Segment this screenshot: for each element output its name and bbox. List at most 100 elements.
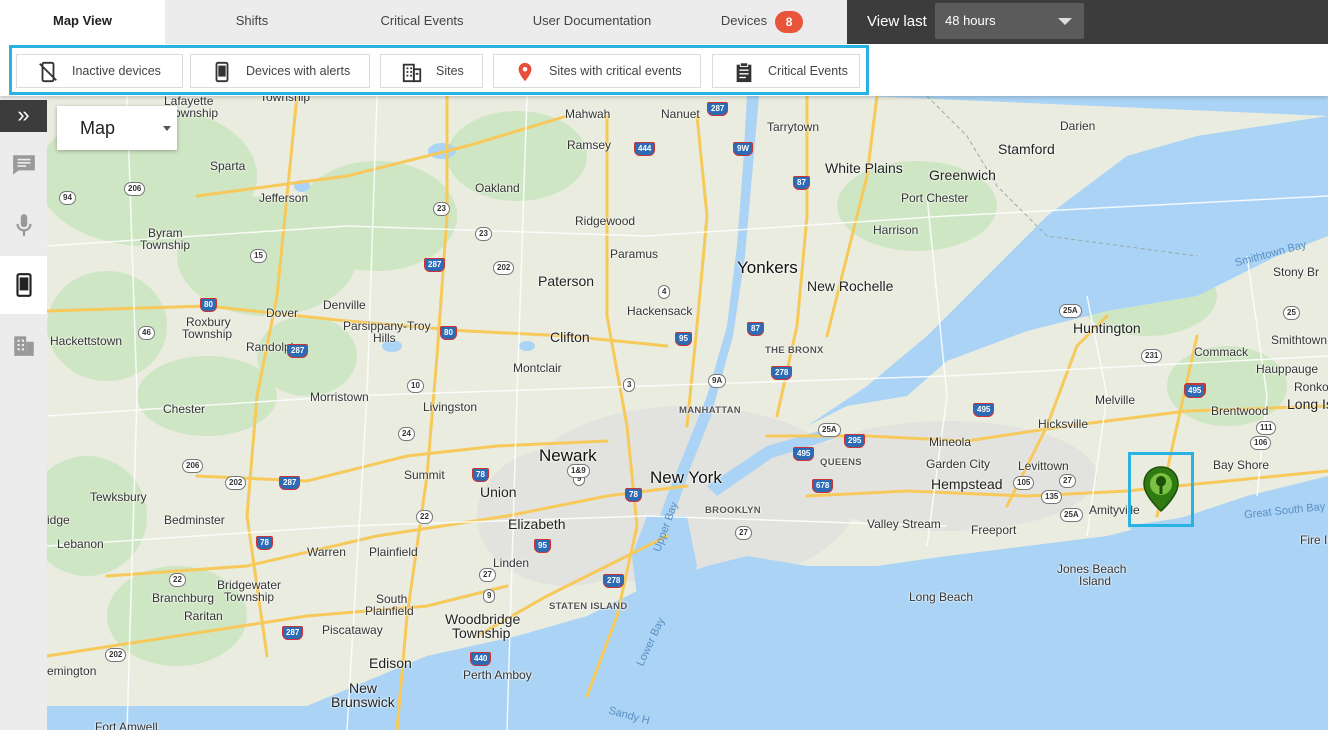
phone-off-icon	[39, 61, 57, 83]
map-label: Smithtown	[1271, 333, 1328, 347]
map-label: Lebanon	[57, 537, 104, 551]
route-shield: 94	[59, 191, 76, 205]
route-shield: 27	[1059, 474, 1076, 488]
tab-label: Devices	[720, 13, 768, 28]
map-label: Warren	[307, 545, 346, 559]
map-label: Clifton	[550, 329, 590, 345]
map-label: Long Beach	[909, 590, 974, 604]
filter-label: Critical Events	[768, 64, 848, 78]
sidebar-item-messages[interactable]	[0, 136, 47, 194]
tab-critical-events[interactable]: Critical Events	[337, 0, 507, 44]
route-shield: 80	[200, 298, 217, 312]
map-label: Hauppauge	[1256, 362, 1319, 376]
route-shield: 206	[124, 182, 146, 196]
sidebar-item-audio[interactable]	[0, 196, 47, 254]
route-shield: 95	[534, 539, 551, 553]
map-label: Fort Amwell	[95, 720, 158, 730]
filter-sites-button[interactable]: Sites	[380, 54, 483, 88]
map-label: Valley Stream	[867, 517, 941, 531]
route-shield: 495	[973, 403, 995, 417]
map-label: Tewksbury	[90, 490, 147, 504]
map-label: Melville	[1095, 393, 1136, 407]
tab-shifts[interactable]: Shifts	[167, 0, 337, 44]
route-shield: 25A	[818, 423, 841, 437]
route-shield: 22	[416, 510, 433, 524]
map-label: Long Is	[1287, 396, 1328, 412]
tab-user-documentation[interactable]: User Documentation	[507, 0, 677, 44]
route-shield: 87	[747, 322, 764, 336]
phone-icon	[16, 273, 32, 297]
map-label: Dover	[266, 306, 299, 320]
map-label: Piscataway	[322, 623, 383, 637]
map-label: Montclair	[513, 361, 562, 375]
route-shield: 135	[1041, 490, 1063, 504]
route-shield: 278	[771, 366, 793, 380]
route-shield: 9W	[733, 142, 753, 156]
expand-sidebar-button[interactable]: »	[0, 100, 47, 132]
top-navigation-bar: Map View Shifts Critical Events User Doc…	[0, 0, 1328, 44]
filter-devices-with-alerts-button[interactable]: Devices with alerts	[190, 54, 370, 88]
tab-devices[interactable]: Devices 8	[677, 0, 847, 44]
left-sidebar: »	[0, 96, 47, 730]
map-label: Jefferson	[259, 191, 309, 205]
map-label: Commack	[1194, 345, 1249, 359]
route-shield: 78	[472, 468, 489, 482]
map-label: Ronko	[1294, 380, 1328, 394]
route-shield: 25A	[1059, 304, 1082, 318]
map-label: Summit	[404, 468, 445, 482]
sidebar-item-devices[interactable]	[0, 256, 47, 314]
route-shield: 9A	[708, 374, 727, 388]
sidebar-item-sites[interactable]	[0, 316, 47, 374]
phone-icon	[215, 61, 229, 83]
map-label: Raritan	[184, 609, 223, 623]
filter-critical-events-button[interactable]: Critical Events	[712, 54, 860, 88]
map-label: Linden	[493, 556, 530, 570]
filter-label: Devices with alerts	[246, 64, 351, 78]
map-label: Oakland	[475, 181, 520, 195]
map-label: Elizabeth	[508, 516, 566, 532]
route-shield: 495	[1184, 384, 1206, 398]
filter-bar: Inactive devices Devices with alerts Sit…	[0, 44, 1328, 96]
route-shield: 231	[1141, 349, 1163, 363]
route-shield: 78	[625, 488, 642, 502]
filter-sites-with-critical-events-button[interactable]: Sites with critical events	[493, 54, 701, 88]
map-type-select[interactable]: Map	[57, 106, 177, 150]
map-label: Union	[480, 484, 517, 500]
site-marker-highlight[interactable]	[1128, 452, 1194, 527]
route-shield: 22	[169, 573, 186, 587]
view-last-value: 48 hours	[945, 13, 996, 28]
route-shield: 27	[479, 568, 496, 582]
route-shield: 287	[279, 476, 301, 490]
route-shield: 444	[634, 142, 656, 156]
tab-map-view[interactable]: Map View	[0, 0, 165, 44]
route-shield: 278	[603, 574, 625, 588]
map-label: Tarrytown	[767, 120, 820, 134]
view-last-select[interactable]: 48 hours	[935, 3, 1084, 39]
map-label: Morristown	[310, 390, 369, 404]
route-shield: 15	[250, 249, 267, 263]
map-label: THE BRONX	[765, 345, 824, 356]
building-icon	[402, 63, 422, 83]
map-label: Levittown	[1018, 459, 1069, 473]
filter-inactive-devices-button[interactable]: Inactive devices	[16, 54, 183, 88]
route-shield: 95	[675, 332, 692, 346]
map-label: Paramus	[610, 247, 659, 261]
map-label: Nanuet	[661, 107, 700, 121]
map-canvas[interactable]: Map Lafayette Township Township Mahwah N…	[47, 96, 1328, 730]
tab-label: User Documentation	[532, 13, 652, 28]
filter-label: Inactive devices	[72, 64, 161, 78]
map-label: Bay Shore	[1213, 458, 1270, 472]
map-label: Livingston	[423, 400, 478, 414]
map-label: New York	[650, 468, 722, 487]
map-label: Darien	[1060, 119, 1096, 133]
route-shield: 46	[138, 326, 155, 340]
map-label: Sparta	[210, 159, 246, 173]
view-last-panel: View last 48 hours	[847, 0, 1328, 44]
map-label: Plainfield	[365, 604, 414, 618]
map-label: Township	[182, 327, 233, 341]
map-label: Mahwah	[565, 107, 611, 121]
map-label: Township	[452, 625, 511, 641]
route-shield: 287	[707, 102, 729, 116]
map-label: Paterson	[538, 273, 595, 289]
map-label: Township	[224, 590, 275, 604]
